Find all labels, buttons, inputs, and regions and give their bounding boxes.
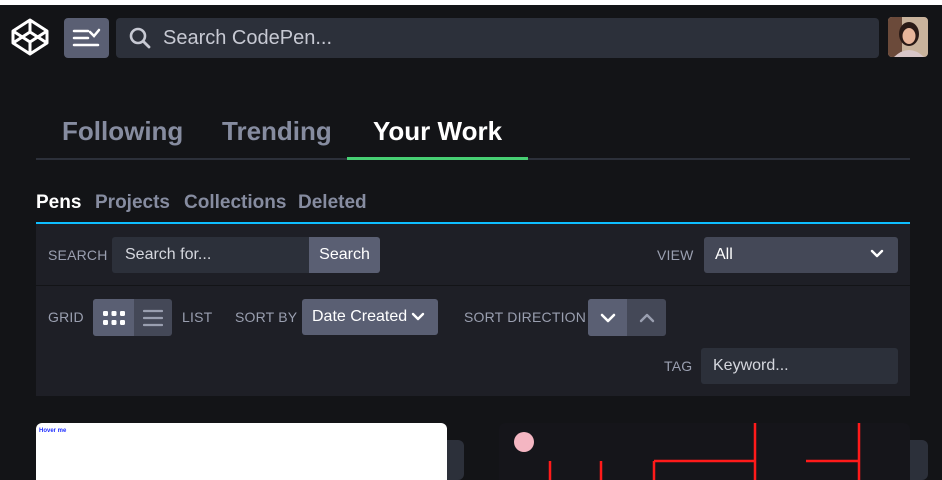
menu-toggle-icon bbox=[72, 28, 101, 47]
filter-search-input[interactable] bbox=[112, 237, 309, 273]
tag-label: TAG bbox=[664, 358, 693, 374]
chevron-down-icon bbox=[411, 312, 425, 321]
sort-by-label: SORT BY bbox=[235, 309, 298, 325]
menu-toggle-button[interactable] bbox=[64, 18, 109, 58]
filter-panel: SEARCH Search VIEW All GRID bbox=[36, 224, 910, 396]
pen-card-preview[interactable] bbox=[499, 423, 910, 480]
pen-card-preview[interactable]: Hover me bbox=[36, 423, 447, 480]
list-label: LIST bbox=[182, 309, 213, 325]
chevron-down-icon bbox=[600, 313, 615, 322]
tab-following[interactable]: Following bbox=[36, 116, 209, 160]
layout-toggle bbox=[93, 299, 172, 336]
search-icon bbox=[129, 27, 151, 49]
sort-by-select[interactable]: Date Created bbox=[302, 299, 438, 335]
tab-pens[interactable]: Pens bbox=[36, 192, 81, 214]
sort-direction-label: SORT DIRECTION bbox=[464, 309, 587, 325]
tab-your-work[interactable]: Your Work bbox=[347, 116, 529, 160]
codepen-logo-icon[interactable] bbox=[10, 17, 50, 57]
view-select-value: All bbox=[715, 246, 733, 263]
sub-tabs: Pens Projects Collections Deleted bbox=[36, 190, 910, 224]
list-icon bbox=[143, 309, 163, 326]
search-label: SEARCH bbox=[48, 247, 108, 263]
main-tabs: Following Trending Your Work bbox=[36, 108, 910, 160]
filter-row-search: SEARCH Search VIEW All bbox=[36, 224, 910, 286]
global-search-input[interactable] bbox=[163, 26, 879, 50]
maze-preview-graphic bbox=[514, 423, 861, 480]
card-preview-text: Hover me bbox=[39, 428, 67, 434]
chevron-down-icon bbox=[870, 249, 884, 258]
tag-input[interactable] bbox=[701, 348, 898, 384]
grid-label: GRID bbox=[48, 309, 84, 325]
tab-projects[interactable]: Projects bbox=[95, 192, 170, 214]
sort-ascending-button[interactable] bbox=[627, 299, 666, 336]
view-select[interactable]: All bbox=[704, 237, 898, 273]
tab-deleted[interactable]: Deleted bbox=[298, 192, 367, 214]
chevron-up-icon bbox=[639, 313, 654, 322]
view-label: VIEW bbox=[657, 247, 694, 263]
grid-icon bbox=[102, 310, 125, 325]
list-view-button[interactable] bbox=[134, 299, 172, 336]
search-button[interactable]: Search bbox=[309, 237, 380, 273]
global-search-bar[interactable] bbox=[116, 18, 879, 58]
sort-direction-toggle bbox=[588, 299, 666, 336]
grid-view-button[interactable] bbox=[93, 299, 134, 336]
sort-descending-button[interactable] bbox=[588, 299, 627, 336]
tab-trending[interactable]: Trending bbox=[196, 116, 358, 160]
sort-by-value: Date Created bbox=[312, 308, 408, 325]
avatar[interactable] bbox=[888, 17, 928, 57]
tab-collections[interactable]: Collections bbox=[184, 192, 286, 214]
